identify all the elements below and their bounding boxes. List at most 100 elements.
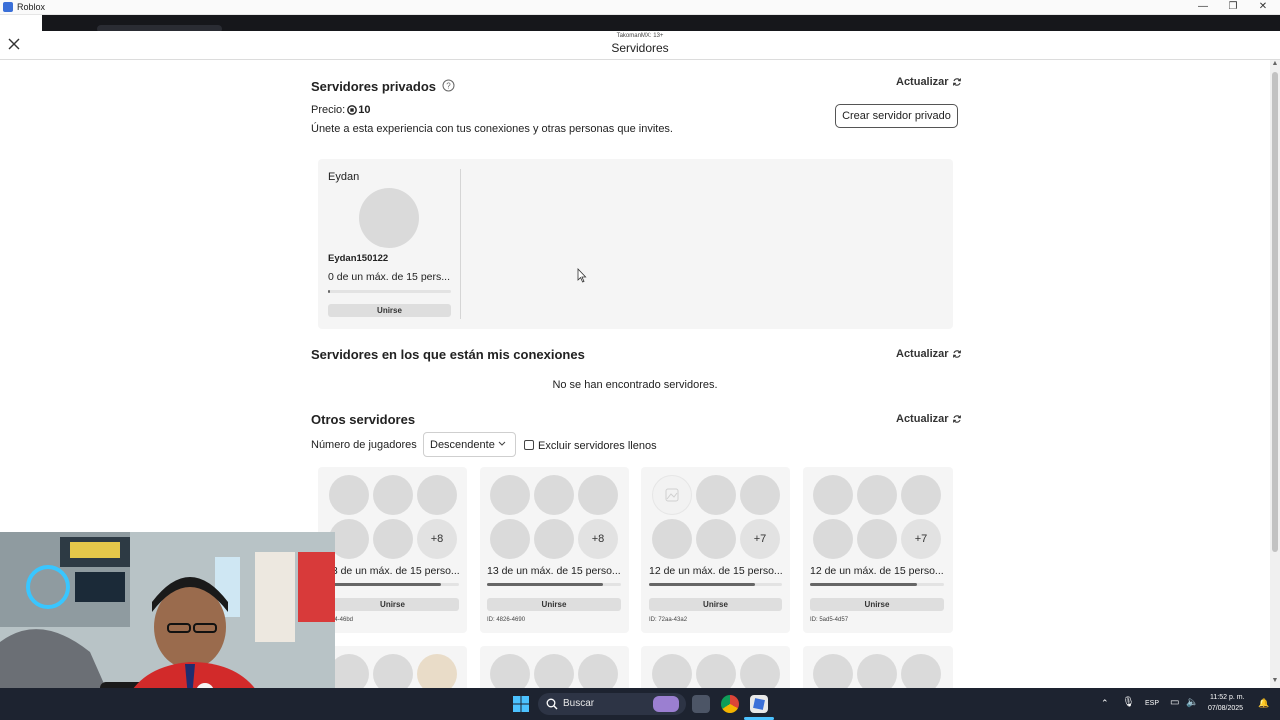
server-card: +8 13 de un máx. de 15 perso... Unirse I… <box>480 467 629 633</box>
taskbar-app-icon[interactable] <box>692 695 710 713</box>
network-icon[interactable]: ▭ <box>1170 697 1179 708</box>
experience-name: TakomanMX: 13+ <box>616 33 664 39</box>
player-avatar[interactable] <box>857 654 897 688</box>
scroll-up-arrow[interactable]: ▲ <box>1271 60 1279 67</box>
other-refresh-label: Actualizar <box>896 413 949 425</box>
connections-refresh-label: Actualizar <box>896 348 949 360</box>
svg-text:?: ? <box>446 82 451 91</box>
player-avatar[interactable] <box>813 475 853 515</box>
clock-date[interactable]: 07/08/2025 <box>1208 705 1243 712</box>
sort-dropdown[interactable]: Descendente <box>423 432 516 457</box>
player-avatar[interactable] <box>578 654 618 688</box>
player-avatar[interactable] <box>534 654 574 688</box>
owner-avatar[interactable] <box>359 188 419 248</box>
server-join-button[interactable]: Unirse <box>810 598 944 611</box>
price-label: Precio: <box>311 104 346 116</box>
private-server-players: 0 de un máx. de 15 pers... <box>328 271 450 283</box>
microphone-icon[interactable]: 🎙 <box>1122 697 1135 708</box>
roblox-taskbar-icon[interactable] <box>750 695 768 713</box>
server-players-text: 13 de un máx. de 15 perso... <box>326 565 459 577</box>
no-servers-message: No se han encontrado servidores. <box>552 379 718 391</box>
player-avatar[interactable] <box>490 519 530 559</box>
player-avatar[interactable] <box>373 654 413 688</box>
player-avatar[interactable] <box>534 475 574 515</box>
private-server-owner[interactable]: Eydan150122 <box>328 253 388 264</box>
background-strip <box>42 15 1280 33</box>
private-refresh-button[interactable]: Actualizar <box>896 76 962 88</box>
exclude-full-checkbox[interactable] <box>524 440 534 450</box>
player-avatar[interactable] <box>329 475 369 515</box>
player-avatar[interactable] <box>490 654 530 688</box>
maximize-button[interactable]: ❐ <box>1218 0 1248 15</box>
player-avatar[interactable] <box>373 519 413 559</box>
scrollbar[interactable]: ▲ ▼ <box>1270 60 1280 688</box>
scrollbar-thumb[interactable] <box>1272 72 1278 552</box>
taskbar-search-box[interactable]: Buscar <box>538 693 686 715</box>
window-titlebar: Roblox — ❐ ✕ <box>0 0 1280 15</box>
player-avatar[interactable] <box>329 654 369 688</box>
player-avatar[interactable] <box>857 519 897 559</box>
more-players-count: +8 <box>578 519 618 559</box>
player-avatar[interactable] <box>901 475 941 515</box>
player-avatar[interactable] <box>696 475 736 515</box>
price-row: Precio: 10 <box>311 104 371 116</box>
server-join-button[interactable]: Unirse <box>326 598 459 611</box>
server-capacity-bar <box>487 583 621 586</box>
capacity-fill <box>326 583 442 586</box>
player-avatar[interactable] <box>813 654 853 688</box>
player-avatar[interactable] <box>740 475 780 515</box>
private-description: Únete a esta experiencia con tus conexio… <box>311 123 673 135</box>
player-avatar[interactable] <box>696 654 736 688</box>
private-servers-list: Eydan Eydan150122 0 de un máx. de 15 per… <box>318 159 953 329</box>
create-private-server-button[interactable]: Crear servidor privado <box>835 104 958 128</box>
player-avatar[interactable] <box>740 654 780 688</box>
tray-expand-icon[interactable]: ⌃ <box>1101 698 1109 709</box>
minimize-button[interactable]: — <box>1188 0 1218 15</box>
roblox-app-icon <box>3 2 13 12</box>
mouse-cursor-icon <box>577 268 587 283</box>
player-avatar[interactable] <box>813 519 853 559</box>
player-avatar[interactable] <box>534 519 574 559</box>
player-avatar[interactable] <box>652 519 692 559</box>
card-divider <box>460 169 461 319</box>
server-join-button[interactable]: Unirse <box>649 598 782 611</box>
other-refresh-button[interactable]: Actualizar <box>896 413 962 425</box>
player-avatar[interactable] <box>373 475 413 515</box>
player-avatar[interactable] <box>696 519 736 559</box>
server-capacity-bar <box>649 583 782 586</box>
player-avatar[interactable] <box>652 654 692 688</box>
server-players-text: 12 de un máx. de 15 perso... <box>810 565 944 577</box>
player-avatar[interactable] <box>417 475 457 515</box>
scroll-down-arrow[interactable]: ▼ <box>1271 677 1279 684</box>
player-avatar[interactable] <box>901 654 941 688</box>
close-window-button[interactable]: ✕ <box>1248 0 1278 15</box>
private-server-join-button[interactable]: Unirse <box>328 304 451 317</box>
volume-icon[interactable]: 🔈 <box>1186 697 1198 708</box>
player-avatar[interactable] <box>578 475 618 515</box>
windows-start-icon[interactable] <box>513 696 529 712</box>
notifications-icon[interactable]: 🔔 <box>1258 698 1269 709</box>
more-players-count: +7 <box>901 519 941 559</box>
connections-refresh-button[interactable]: Actualizar <box>896 348 962 360</box>
help-icon[interactable]: ? <box>442 79 455 92</box>
private-server-capacity-bar <box>328 290 451 293</box>
chrome-icon[interactable] <box>721 695 739 713</box>
broken-image-icon <box>665 488 679 502</box>
player-avatar[interactable] <box>652 475 692 515</box>
player-avatar[interactable] <box>329 519 369 559</box>
private-servers-title: Servidores privados <box>311 79 436 94</box>
private-server-name: Eydan <box>328 171 360 183</box>
capacity-fill <box>328 290 330 293</box>
server-id: ID: 4826-4690 <box>487 617 526 623</box>
player-avatar[interactable] <box>857 475 897 515</box>
clock-time[interactable]: 11:52 p. m. <box>1210 694 1245 701</box>
server-id: ID: 5ad5-4d57 <box>810 617 849 623</box>
language-indicator[interactable]: ESP <box>1145 700 1159 707</box>
player-avatar[interactable] <box>417 654 457 688</box>
other-servers-title: Otros servidores <box>311 412 416 427</box>
exclude-full-label[interactable]: Excluir servidores llenos <box>538 440 657 452</box>
search-icon <box>546 698 558 710</box>
server-join-button[interactable]: Unirse <box>487 598 621 611</box>
modal-header: TakomanMX: 13+ Servidores <box>0 31 1280 60</box>
player-avatar[interactable] <box>490 475 530 515</box>
